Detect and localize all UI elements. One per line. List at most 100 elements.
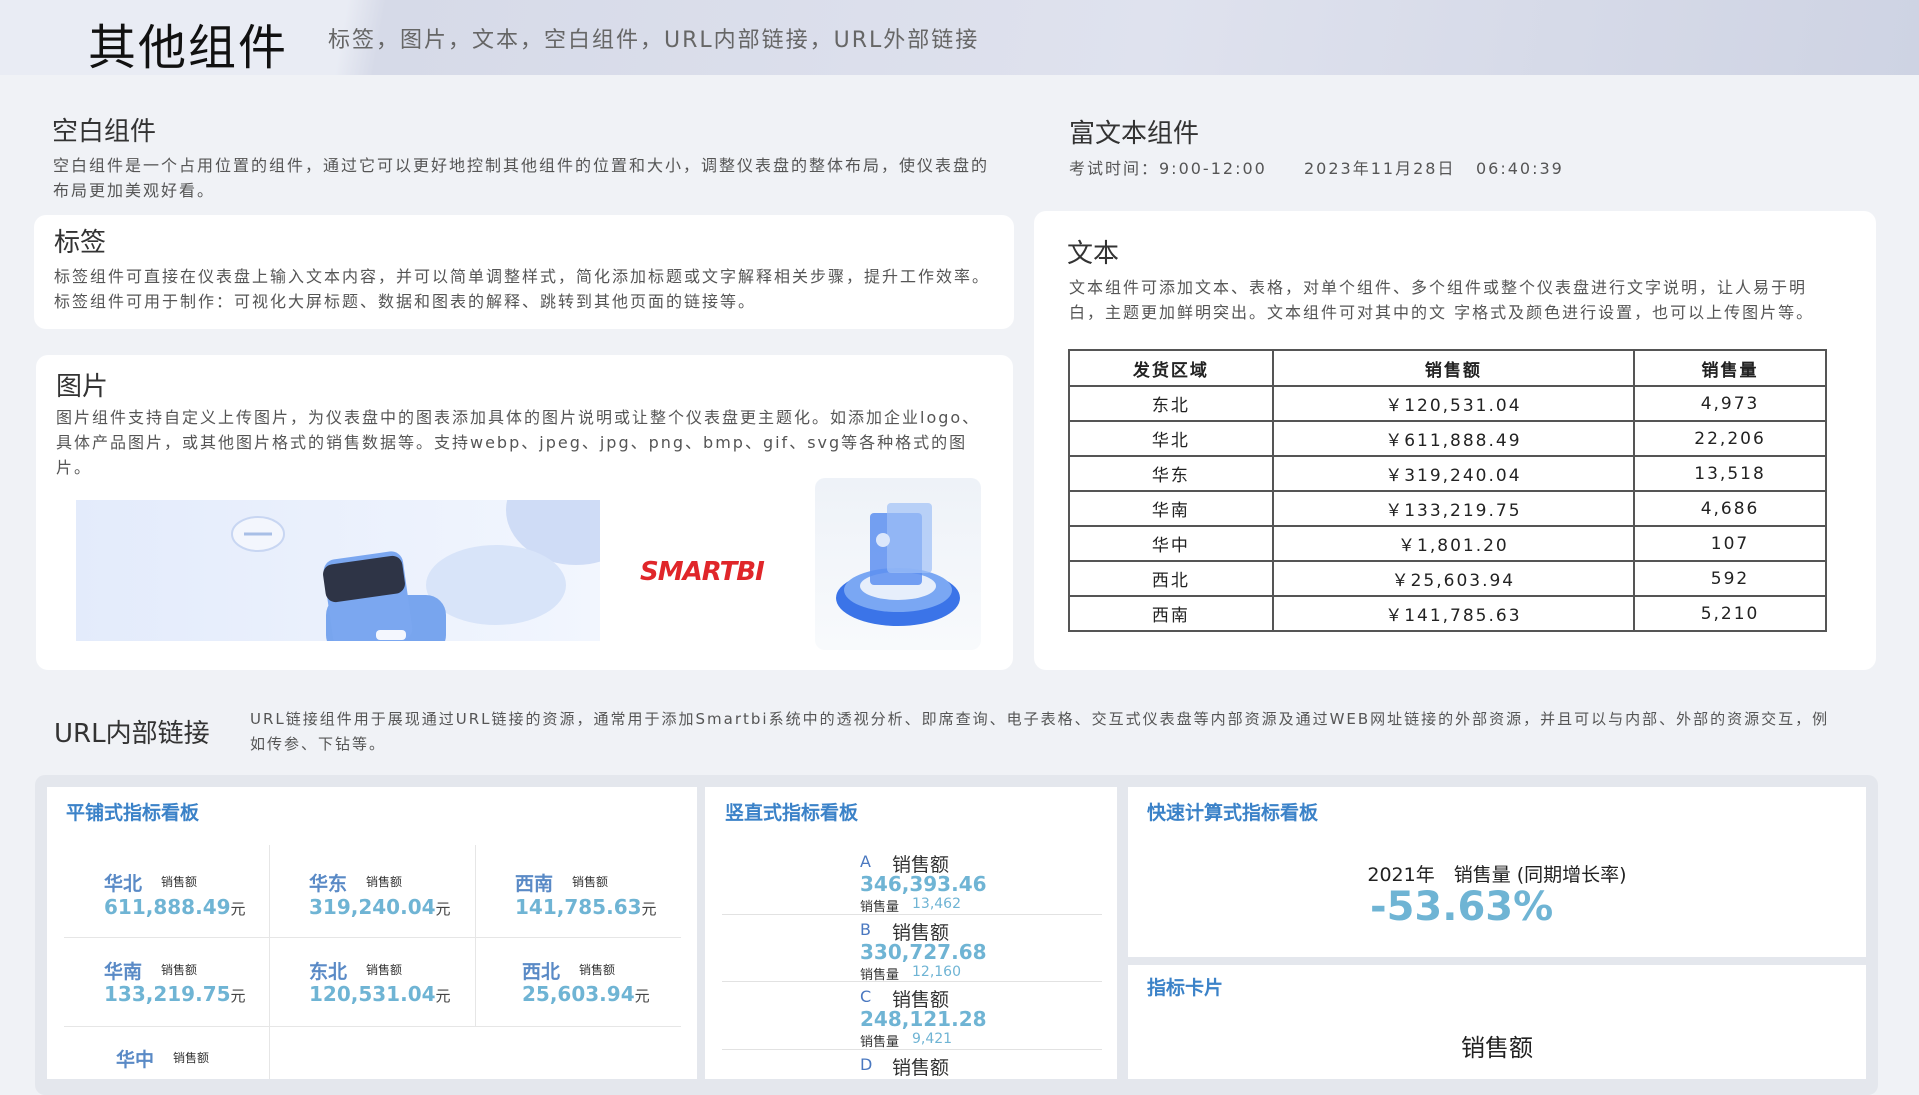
tile-item[interactable]: 华东 销售额 319,240.04元 bbox=[270, 845, 476, 938]
image-desc: 图片组件支持自定义上传图片，为仪表盘中的图表添加具体的图片说明或让整个仪表盘更主… bbox=[56, 408, 981, 477]
tile-region: 华北 bbox=[104, 873, 143, 895]
quick-calc-title: 快速计算式指标看板 bbox=[1147, 802, 1319, 824]
vertical-item[interactable]: B 销售额 330,727.68 销售量 12,160 bbox=[860, 918, 1080, 983]
tile-region: 西南 bbox=[515, 873, 554, 895]
table-cell: 西南 bbox=[1068, 595, 1274, 632]
table-cell: 华南 bbox=[1068, 490, 1274, 527]
tile-metric-label: 销售额 bbox=[161, 963, 198, 977]
table-cell: 22,206 bbox=[1633, 420, 1827, 457]
tile-value: 319,240.04 bbox=[309, 895, 436, 919]
vertical-item-letter: D bbox=[860, 1055, 873, 1074]
quick-calc-label: 2021年 销售量 (同期增长率) bbox=[1367, 864, 1627, 886]
table-cell: 13,518 bbox=[1633, 455, 1827, 492]
label-desc: 标签组件可直接在仪表盘上输入文本内容，并可以简单调整样式，简化添加标题或文字解释… bbox=[54, 267, 991, 311]
url-desc: URL链接组件用于展现通过URL链接的资源，通常用于添加Smartbi系统中的透… bbox=[250, 710, 1830, 753]
tile-unit: 元 bbox=[634, 987, 650, 1005]
product-image bbox=[76, 500, 600, 641]
url-title: URL内部链接 bbox=[54, 719, 210, 749]
table-cell: ￥133,219.75 bbox=[1271, 490, 1636, 527]
table-cell: 107 bbox=[1633, 525, 1827, 562]
tile-unit: 元 bbox=[230, 987, 246, 1005]
label-title: 标签 bbox=[54, 228, 107, 258]
tile-item[interactable]: 华中 销售额 bbox=[64, 1027, 270, 1079]
table-row: 华东 ￥319,240.04 13,518 bbox=[1068, 455, 1827, 492]
table-cell: 东北 bbox=[1068, 385, 1274, 422]
exam-date: 2023年11月28日 bbox=[1304, 159, 1456, 178]
tile-region: 华南 bbox=[104, 961, 143, 983]
table-cell: 4,973 bbox=[1633, 385, 1827, 422]
table-cell: ￥1,801.20 bbox=[1271, 525, 1636, 562]
table-header-row: 发货区域 销售额 销售量 bbox=[1068, 349, 1827, 387]
metric-card-title: 指标卡片 bbox=[1147, 977, 1224, 999]
table-cell: ￥141,785.63 bbox=[1271, 595, 1636, 632]
table-cell: 5,210 bbox=[1633, 595, 1827, 632]
tile-item[interactable]: 西南 销售额 141,785.63元 bbox=[476, 845, 681, 938]
table-cell: 4,686 bbox=[1633, 490, 1827, 527]
quick-calc-value[interactable]: -53.63% bbox=[1370, 884, 1553, 930]
vertical-board-title: 竖直式指标看板 bbox=[725, 802, 859, 824]
tile-unit: 元 bbox=[435, 900, 451, 918]
vertical-item-sub-value: 13,462 bbox=[912, 896, 961, 912]
table-cell: 西北 bbox=[1068, 560, 1274, 597]
tile-board-title: 平铺式指标看板 bbox=[66, 802, 200, 824]
table-cell: 592 bbox=[1633, 560, 1827, 597]
tile-value: 141,785.63 bbox=[515, 895, 642, 919]
divider bbox=[722, 1049, 1102, 1050]
sales-table: 发货区域 销售额 销售量 东北 ￥120,531.04 4,973 华北 ￥61… bbox=[1068, 349, 1827, 632]
tile-value: 120,531.04 bbox=[309, 982, 436, 1006]
image-title: 图片 bbox=[56, 372, 109, 402]
table-row: 华北 ￥611,888.49 22,206 bbox=[1068, 420, 1827, 457]
table-row: 西北 ￥25,603.94 592 bbox=[1068, 560, 1827, 597]
vertical-item-value: 330,727.68 bbox=[860, 940, 987, 964]
tile-metric-label: 销售额 bbox=[161, 875, 198, 889]
tile-metric-label: 销售额 bbox=[579, 963, 616, 977]
vertical-item-sub-label: 销售量 bbox=[860, 1035, 900, 1050]
vertical-item-sub-value: 12,160 bbox=[912, 964, 961, 980]
text-desc: 文本组件可添加文本、表格，对单个组件、多个组件或整个仪表盘进行文字说明，让人易于… bbox=[1069, 278, 1815, 322]
vertical-item-letter: C bbox=[860, 987, 872, 1006]
exam-clock: 06:40:39 bbox=[1476, 159, 1564, 178]
tile-item[interactable]: 东北 销售额 120,531.04元 bbox=[270, 938, 476, 1027]
vertical-item-label: 销售额 bbox=[892, 1057, 950, 1079]
vertical-item-letter: A bbox=[860, 852, 871, 871]
tile-region: 华东 bbox=[309, 873, 348, 895]
table-header-cell: 发货区域 bbox=[1068, 349, 1274, 387]
vertical-item[interactable]: A 销售额 346,393.46 销售量 13,462 bbox=[860, 850, 1080, 915]
tile-value: 133,219.75 bbox=[104, 982, 231, 1006]
table-cell: ￥120,531.04 bbox=[1271, 385, 1636, 422]
table-row: 华中 ￥1,801.20 107 bbox=[1068, 525, 1827, 562]
tile-item[interactable]: 华南 销售额 133,219.75元 bbox=[64, 938, 270, 1027]
table-cell: ￥611,888.49 bbox=[1271, 420, 1636, 457]
tile-value: 25,603.94 bbox=[522, 982, 635, 1006]
richtext-title: 富文本组件 bbox=[1069, 119, 1200, 149]
tile-unit: 元 bbox=[230, 900, 246, 918]
tile-item[interactable]: 华北 销售额 611,888.49元 bbox=[64, 845, 270, 938]
tile-item[interactable]: 西北 销售额 25,603.94元 bbox=[476, 938, 681, 1027]
divider bbox=[722, 914, 1102, 915]
text-title: 文本 bbox=[1067, 239, 1120, 269]
vertical-item-sub-value: 9,421 bbox=[912, 1031, 953, 1047]
blank-desc: 空白组件是一个占用位置的组件，通过它可以更好地控制其他组件的位置和大小，调整仪表… bbox=[53, 156, 990, 200]
vertical-item-letter: B bbox=[860, 920, 871, 939]
tile-value: 611,888.49 bbox=[104, 895, 231, 919]
table-row: 东北 ￥120,531.04 4,973 bbox=[1068, 385, 1827, 422]
tile-metric-label: 销售额 bbox=[366, 963, 403, 977]
tile-region: 华中 bbox=[116, 1049, 155, 1071]
vertical-item[interactable]: D 销售额 bbox=[860, 1053, 1080, 1079]
table-header-cell: 销售量 bbox=[1633, 349, 1827, 387]
page-subtitle: 标签，图片，文本，空白组件，URL内部链接，URL外部链接 bbox=[328, 28, 980, 53]
tile-unit: 元 bbox=[641, 900, 657, 918]
table-header-cell: 销售额 bbox=[1271, 349, 1636, 387]
vertical-item-sub-label: 销售量 bbox=[860, 900, 900, 915]
tile-metric-label: 销售额 bbox=[572, 875, 609, 889]
table-row: 西南 ￥141,785.63 5,210 bbox=[1068, 595, 1827, 632]
vertical-item[interactable]: C 销售额 248,121.28 销售量 9,421 bbox=[860, 985, 1080, 1050]
tile-region: 东北 bbox=[309, 961, 348, 983]
exam-time: 考试时间：9:00-12:00 bbox=[1069, 159, 1267, 178]
vertical-item-value: 248,121.28 bbox=[860, 1007, 987, 1031]
table-cell: 华中 bbox=[1068, 525, 1274, 562]
table-row: 华南 ￥133,219.75 4,686 bbox=[1068, 490, 1827, 527]
blank-title: 空白组件 bbox=[52, 117, 157, 147]
tile-unit: 元 bbox=[435, 987, 451, 1005]
metric-card-label: 销售额 bbox=[1461, 1034, 1533, 1062]
